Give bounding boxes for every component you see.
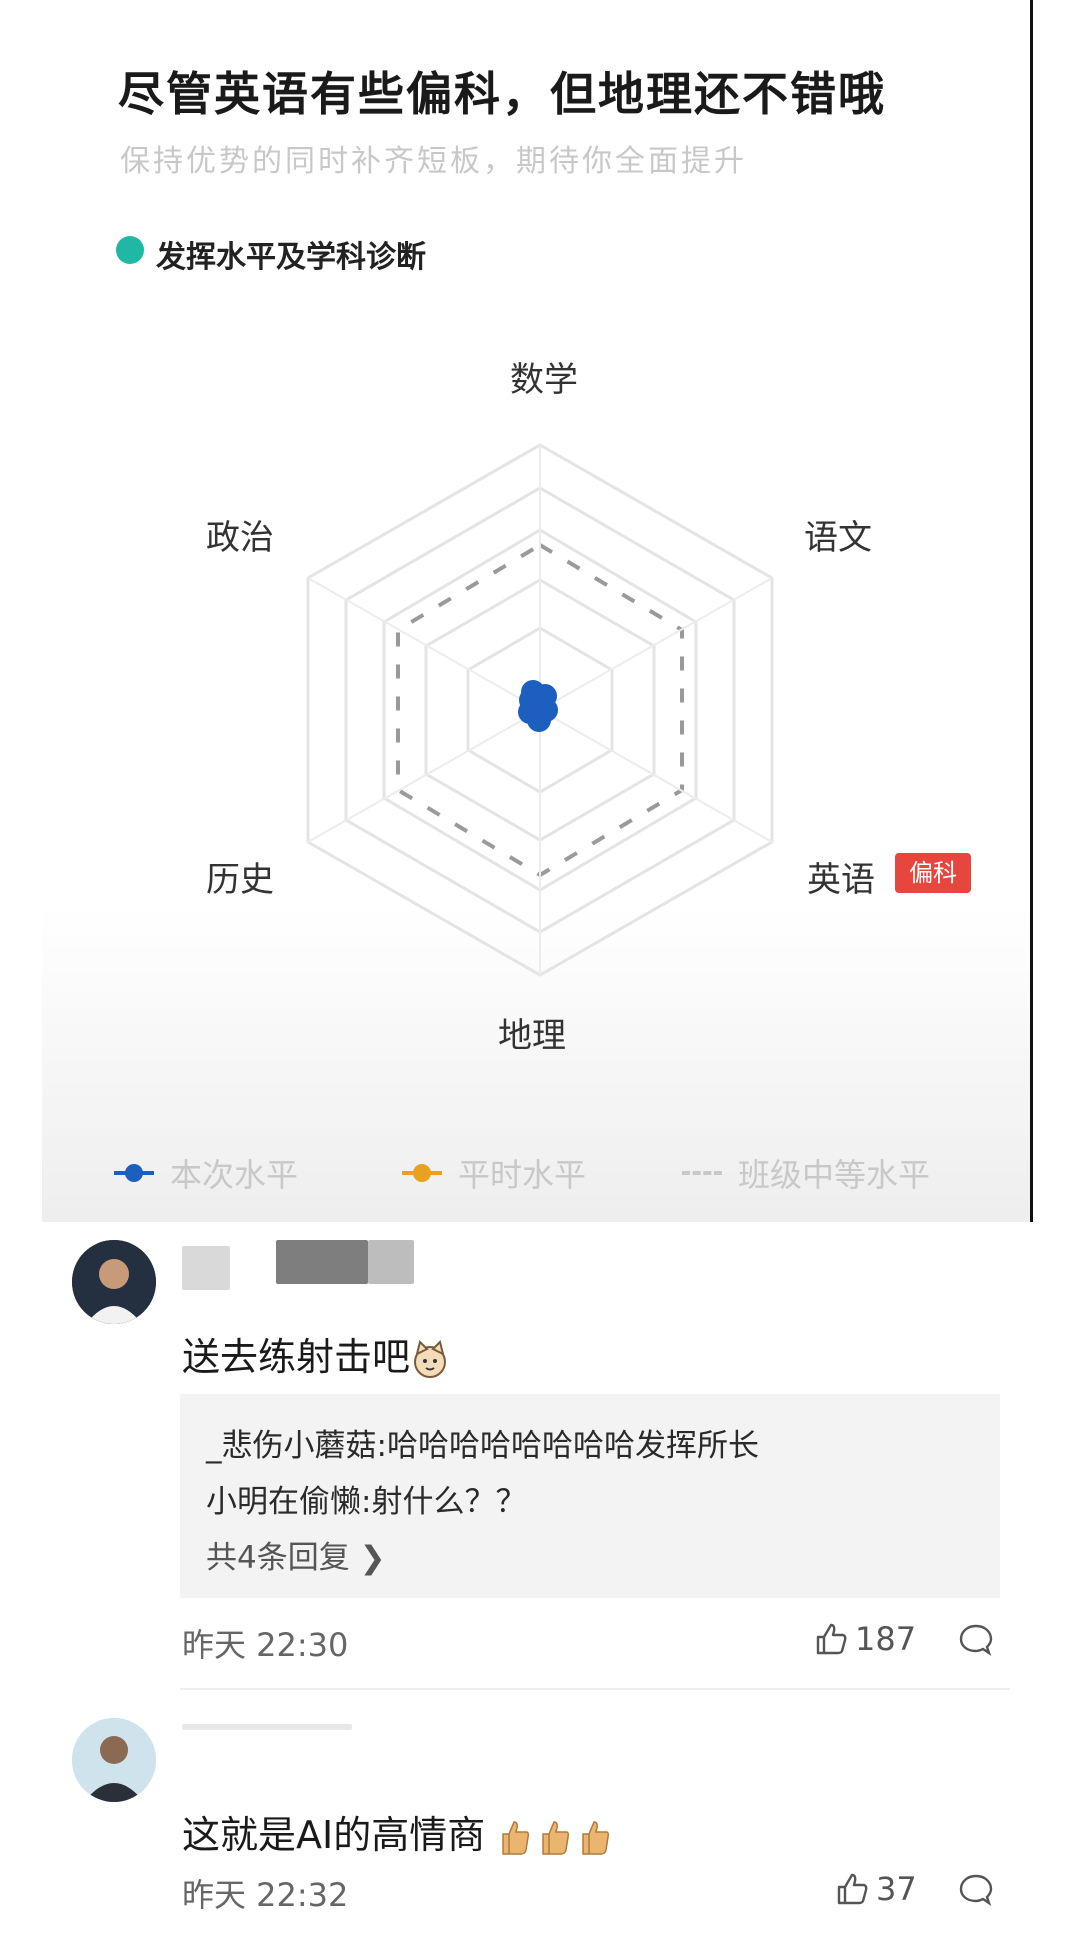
chevron-right-icon: ❯ (349, 1540, 386, 1576)
comment-1-time: 昨天 22:30 (182, 1626, 349, 1664)
bias-badge: 偏科 (895, 853, 971, 893)
comment-1-like-count: 187 (855, 1620, 917, 1658)
comment-1-like-button[interactable]: 187 (815, 1620, 916, 1658)
legend-usual-label: 平时水平 (458, 1156, 587, 1194)
reply-box[interactable]: _悲伤小蘑菇:哈哈哈哈哈哈哈哈发挥所长 小明在偷懒:射什么？？ 共4条回复 ❯ (180, 1394, 1000, 1598)
thumbs-up-icon (837, 1873, 868, 1905)
legend-current-marker (114, 1164, 154, 1182)
more-replies-label: 共4条回复 (206, 1540, 350, 1576)
comment-1-reply-icon[interactable] (958, 1622, 994, 1658)
cat-face-icon (414, 1339, 447, 1378)
report-card: 尽管英语有些偏科，但地理还不错哦 保持优势的同时补齐短板，期待你全面提升 发挥水… (42, 0, 1032, 1222)
username-redacted (368, 1240, 414, 1284)
comment-2-time: 昨天 22:32 (182, 1876, 349, 1914)
comment-2-reply-icon[interactable] (958, 1872, 994, 1908)
legend-current: 本次水平 (114, 1150, 298, 1196)
legend-usual: 平时水平 (402, 1150, 586, 1196)
comment-2-like-button[interactable]: 37 (836, 1870, 917, 1908)
reply-1: _悲伤小蘑菇:哈哈哈哈哈哈哈哈发挥所长 (206, 1428, 759, 1464)
avatar-person-icon (72, 1240, 156, 1324)
legend-class-median-label: 班级中等水平 (738, 1156, 931, 1194)
reply-2: 小明在偷懒:射什么？？ (206, 1484, 527, 1520)
legend-class-median: 班级中等水平 (682, 1150, 930, 1196)
axis-label-history: 历史 (206, 860, 274, 900)
username-redacted (182, 1724, 352, 1730)
legend-usual-marker (402, 1164, 442, 1182)
avatar[interactable] (72, 1718, 156, 1802)
legend-class-median-marker (682, 1171, 722, 1175)
comment-1-text: 送去练射击吧 (182, 1326, 450, 1381)
username-redacted (182, 1246, 230, 1290)
thumbs-up-icon (502, 1820, 610, 1855)
more-replies-link[interactable]: 共4条回复 ❯ (206, 1532, 386, 1577)
thumbs-up-icon (816, 1623, 847, 1655)
username-redacted (276, 1240, 368, 1284)
comment-divider (180, 1688, 1010, 1690)
screenshot-edge (1030, 0, 1033, 1222)
radar-current-level (518, 680, 558, 732)
comment-2-body: 这就是AI的高情商 (182, 1813, 486, 1857)
avatar[interactable] (72, 1240, 156, 1324)
axis-label-politics: 政治 (206, 518, 274, 558)
comment-2-text: 这就是AI的高情商 (182, 1804, 617, 1859)
axis-label-english: 英语 (807, 860, 875, 900)
legend-current-label: 本次水平 (170, 1156, 299, 1194)
comment-2-like-count: 37 (876, 1870, 917, 1908)
comment-1-body: 送去练射击吧 (182, 1335, 411, 1379)
axis-label-chinese: 语文 (804, 518, 872, 558)
axis-label-geography: 地理 (498, 1016, 566, 1056)
avatar-person-icon (72, 1718, 156, 1802)
axis-label-math: 数学 (510, 360, 578, 400)
